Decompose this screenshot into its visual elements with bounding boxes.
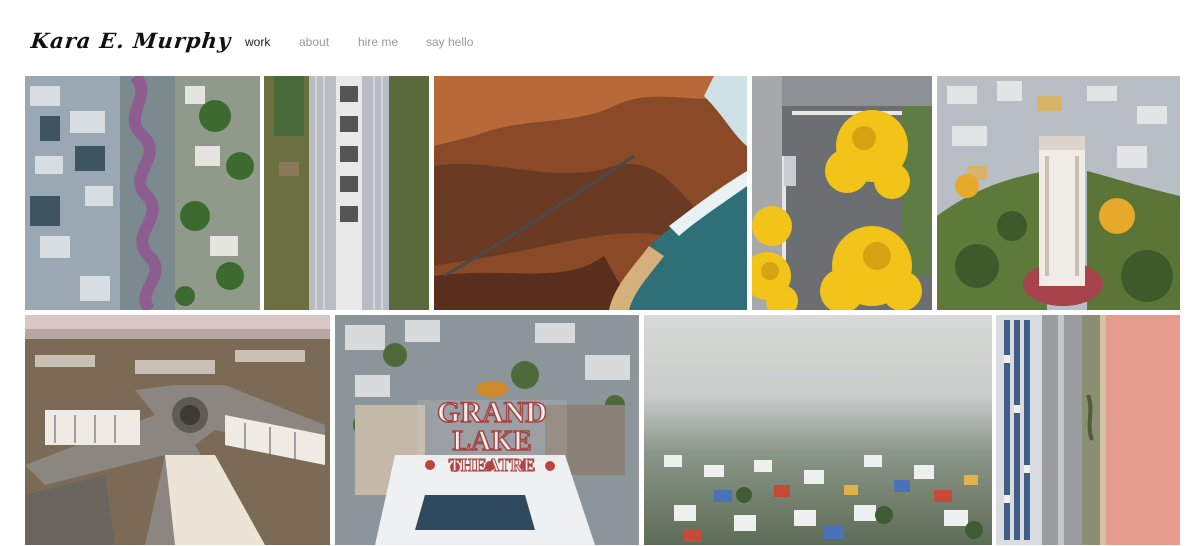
sign-theatre: THEATRE [449,455,536,475]
gallery-photo-grand-lake-theatre[interactable]: GRAND LAKE THEATRE [335,315,639,545]
sign-lake: LAKE [452,426,531,457]
gallery-photo-ginkgo-trees[interactable] [752,76,932,310]
gallery-photo-salt-pond-railyard[interactable] [996,315,1180,545]
site-header: Kara E. Murphy work about hire me say he… [0,0,1200,76]
nav-say-hello[interactable]: say hello [426,35,473,49]
gallery-photo-coastline[interactable] [434,76,747,310]
gallery-photo-lombard-street[interactable] [25,76,260,310]
nav-work[interactable]: work [245,35,270,49]
gallery-photo-foggy-neighborhood[interactable] [644,315,992,545]
site-logo[interactable]: Kara E. Murphy [30,28,233,53]
sign-grand: GRAND [437,396,547,429]
gallery-photo-abandoned-building[interactable] [25,315,330,545]
gallery-photo-bay-bridge[interactable] [264,76,429,310]
gallery-photo-coit-tower[interactable] [937,76,1180,310]
nav-about[interactable]: about [299,35,329,49]
nav-hire-me[interactable]: hire me [358,35,398,49]
